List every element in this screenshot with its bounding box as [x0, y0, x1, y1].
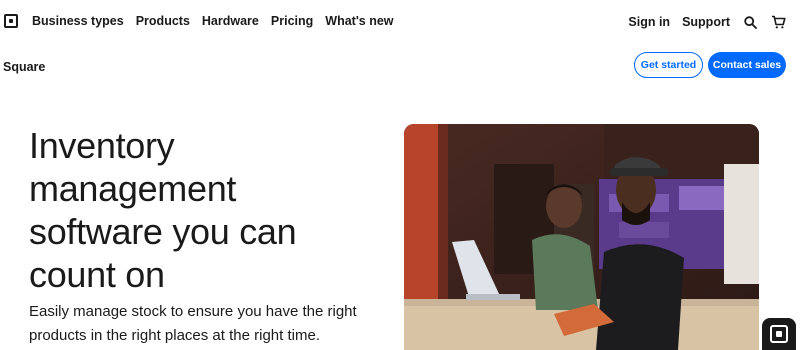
nav-hardware[interactable]: Hardware	[202, 14, 259, 28]
headline-line: software you can	[29, 211, 297, 252]
nav-whats-new[interactable]: What's new	[325, 14, 393, 28]
primary-nav-links: Business types Products Hardware Pricing…	[32, 14, 394, 28]
headline-line: Inventory	[29, 125, 175, 166]
hero-subcopy: Easily manage stock to ensure you have t…	[29, 300, 369, 348]
headline-line: management	[29, 168, 237, 209]
nav-products[interactable]: Products	[136, 14, 190, 28]
top-navigation: Business types Products Hardware Pricing…	[0, 0, 800, 44]
hero-photo-illustration	[404, 124, 759, 350]
get-started-button[interactable]: Get started	[634, 52, 703, 78]
brand-name[interactable]: Square	[3, 60, 45, 74]
nav-pricing[interactable]: Pricing	[271, 14, 313, 28]
sign-in-link[interactable]: Sign in	[628, 15, 670, 29]
square-logo-icon[interactable]	[4, 14, 18, 28]
contact-sales-button[interactable]: Contact sales	[708, 52, 786, 78]
square-chat-icon	[770, 325, 788, 343]
cart-icon[interactable]	[770, 14, 786, 30]
support-link[interactable]: Support	[682, 15, 730, 29]
headline-line: count on	[29, 254, 165, 295]
square-chat-button[interactable]	[762, 318, 796, 350]
search-icon[interactable]	[742, 14, 758, 30]
utility-nav: Sign in Support	[628, 14, 786, 30]
nav-business-types[interactable]: Business types	[32, 14, 124, 28]
subcopy-line: products in the right places at the righ…	[29, 327, 320, 344]
hero-photo	[404, 124, 759, 350]
subcopy-line: Easily manage stock to ensure you have t…	[29, 303, 357, 320]
hero-headline: Inventory management software you can co…	[29, 124, 389, 296]
